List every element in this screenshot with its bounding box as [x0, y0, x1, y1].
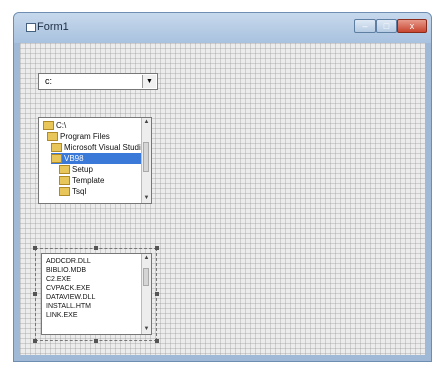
dir-item[interactable]: Template: [59, 175, 104, 186]
dir-item[interactable]: Microsoft Visual Studio: [51, 142, 145, 153]
minimize-icon: –: [362, 21, 368, 31]
folder-icon: [59, 165, 70, 175]
resize-handle[interactable]: [155, 292, 159, 296]
file-item[interactable]: LINK.EXE: [46, 311, 78, 320]
dir-item[interactable]: C:\: [43, 120, 66, 131]
file-item[interactable]: DATAVIEW.DLL: [46, 293, 95, 302]
drive-value: c:: [45, 76, 53, 86]
scroll-thumb[interactable]: [143, 142, 149, 172]
folder-icon: [51, 143, 62, 153]
file-item[interactable]: INSTALL.HTM: [46, 302, 91, 311]
resize-handle[interactable]: [33, 246, 37, 250]
file-item[interactable]: C2.EXE: [46, 275, 71, 284]
file-list-box[interactable]: ADDCDR.DLL BIBLIO.MDB C2.EXE CVPACK.EXE …: [41, 253, 152, 335]
form-icon: [26, 23, 36, 32]
file-item[interactable]: CVPACK.EXE: [46, 284, 90, 293]
folder-icon: [59, 187, 70, 197]
close-button[interactable]: x: [397, 19, 427, 33]
title-bar[interactable]: Form1 – □ x: [14, 13, 431, 43]
close-icon: x: [409, 21, 415, 31]
directory-list-box[interactable]: C:\ Program Files Microsoft Visual Studi…: [38, 117, 152, 204]
chevron-down-icon[interactable]: ▼: [142, 75, 156, 88]
folder-icon: [59, 176, 70, 186]
scroll-up-icon[interactable]: ▲: [142, 118, 151, 127]
dir-item[interactable]: Setup: [59, 164, 93, 175]
resize-handle[interactable]: [94, 339, 98, 343]
dir-item[interactable]: Tsql: [59, 186, 86, 197]
dir-item-selected[interactable]: VB98: [51, 153, 151, 164]
window-title: Form1: [37, 21, 69, 33]
scroll-thumb[interactable]: [143, 268, 149, 286]
maximize-icon: □: [383, 21, 390, 31]
folder-open-icon: [51, 154, 62, 164]
dir-item[interactable]: Program Files: [47, 131, 110, 142]
resize-handle[interactable]: [33, 292, 37, 296]
resize-handle[interactable]: [155, 246, 159, 250]
resize-handle[interactable]: [33, 339, 37, 343]
scroll-down-icon[interactable]: ▼: [142, 194, 151, 203]
minimize-button[interactable]: –: [354, 19, 376, 33]
form-window: Form1 – □ x c: ▼ C:\ Program Files Micro…: [13, 12, 432, 362]
file-item[interactable]: ADDCDR.DLL: [46, 257, 91, 266]
scroll-down-icon[interactable]: ▼: [142, 325, 151, 334]
maximize-button[interactable]: □: [376, 19, 397, 33]
dir-scrollbar[interactable]: ▲ ▼: [141, 118, 151, 203]
form-design-grid[interactable]: c: ▼ C:\ Program Files Microsoft Visual …: [20, 43, 425, 355]
folder-icon: [47, 132, 58, 142]
resize-handle[interactable]: [155, 339, 159, 343]
file-item[interactable]: BIBLIO.MDB: [46, 266, 86, 275]
resize-handle[interactable]: [94, 246, 98, 250]
file-scrollbar[interactable]: ▲ ▼: [141, 254, 151, 334]
scroll-up-icon[interactable]: ▲: [142, 254, 151, 263]
drive-list-box[interactable]: c: ▼: [38, 73, 158, 90]
folder-icon: [43, 121, 54, 131]
